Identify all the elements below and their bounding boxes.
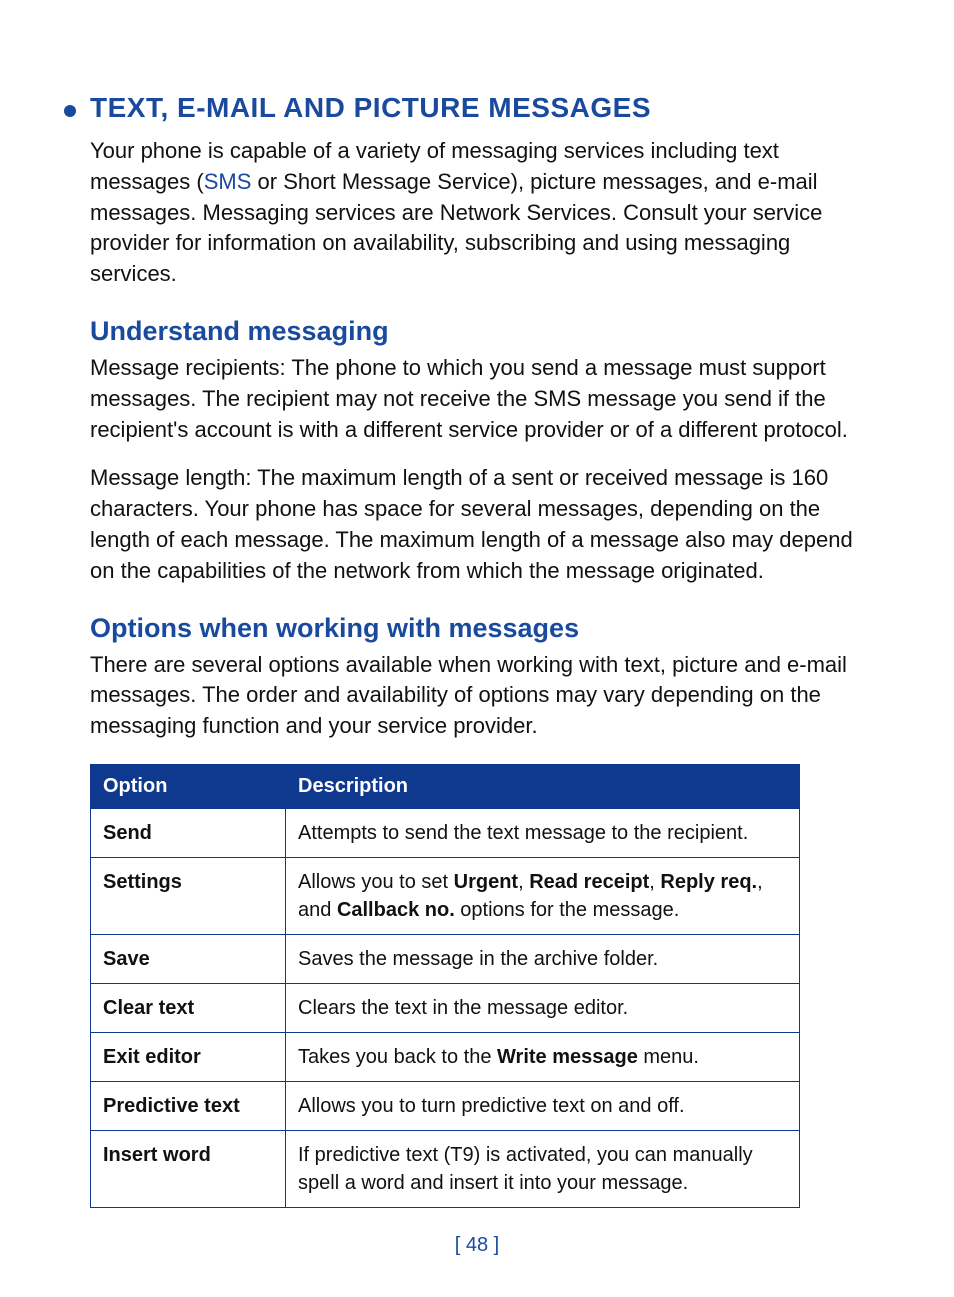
bullet-icon: [64, 105, 76, 117]
table-row: SettingsAllows you to set Urgent, Read r…: [91, 857, 800, 934]
table-header-row: Option Description: [91, 764, 800, 808]
table-row: SaveSaves the message in the archive fol…: [91, 934, 800, 983]
option-description: If predictive text (T9) is activated, yo…: [286, 1130, 800, 1207]
option-name: Send: [91, 808, 286, 857]
th-option: Option: [91, 764, 286, 808]
option-description: Attempts to send the text message to the…: [286, 808, 800, 857]
table-row: Clear textClears the text in the message…: [91, 983, 800, 1032]
option-description: Allows you to set Urgent, Read receipt, …: [286, 857, 800, 934]
option-description: Allows you to turn predictive text on an…: [286, 1081, 800, 1130]
option-name: Save: [91, 934, 286, 983]
title-row: TEXT, E-MAIL AND PICTURE MESSAGES: [90, 92, 864, 124]
option-name: Exit editor: [91, 1032, 286, 1081]
section1-p1: Message recipients: The phone to which y…: [90, 353, 864, 445]
option-description: Saves the message in the archive folder.: [286, 934, 800, 983]
option-description: Takes you back to the Write message menu…: [286, 1032, 800, 1081]
table-row: Insert wordIf predictive text (T9) is ac…: [91, 1130, 800, 1207]
th-description: Description: [286, 764, 800, 808]
options-table: Option Description SendAttempts to send …: [90, 764, 800, 1208]
option-name: Predictive text: [91, 1081, 286, 1130]
page-number: [ 48 ]: [90, 1234, 864, 1257]
option-description: Clears the text in the message editor.: [286, 983, 800, 1032]
section2-p1: There are several options available when…: [90, 650, 864, 742]
section-heading-understand: Understand messaging: [90, 316, 864, 347]
section-heading-options: Options when working with messages: [90, 613, 864, 644]
page-title: TEXT, E-MAIL AND PICTURE MESSAGES: [90, 92, 651, 124]
sms-link[interactable]: SMS: [204, 169, 252, 194]
section1-p2: Message length: The maximum length of a …: [90, 463, 864, 586]
table-row: Predictive textAllows you to turn predic…: [91, 1081, 800, 1130]
intro-paragraph: Your phone is capable of a variety of me…: [90, 136, 864, 290]
page: TEXT, E-MAIL AND PICTURE MESSAGES Your p…: [0, 0, 954, 1297]
option-name: Insert word: [91, 1130, 286, 1207]
option-name: Settings: [91, 857, 286, 934]
table-row: Exit editorTakes you back to the Write m…: [91, 1032, 800, 1081]
option-name: Clear text: [91, 983, 286, 1032]
table-row: SendAttempts to send the text message to…: [91, 808, 800, 857]
